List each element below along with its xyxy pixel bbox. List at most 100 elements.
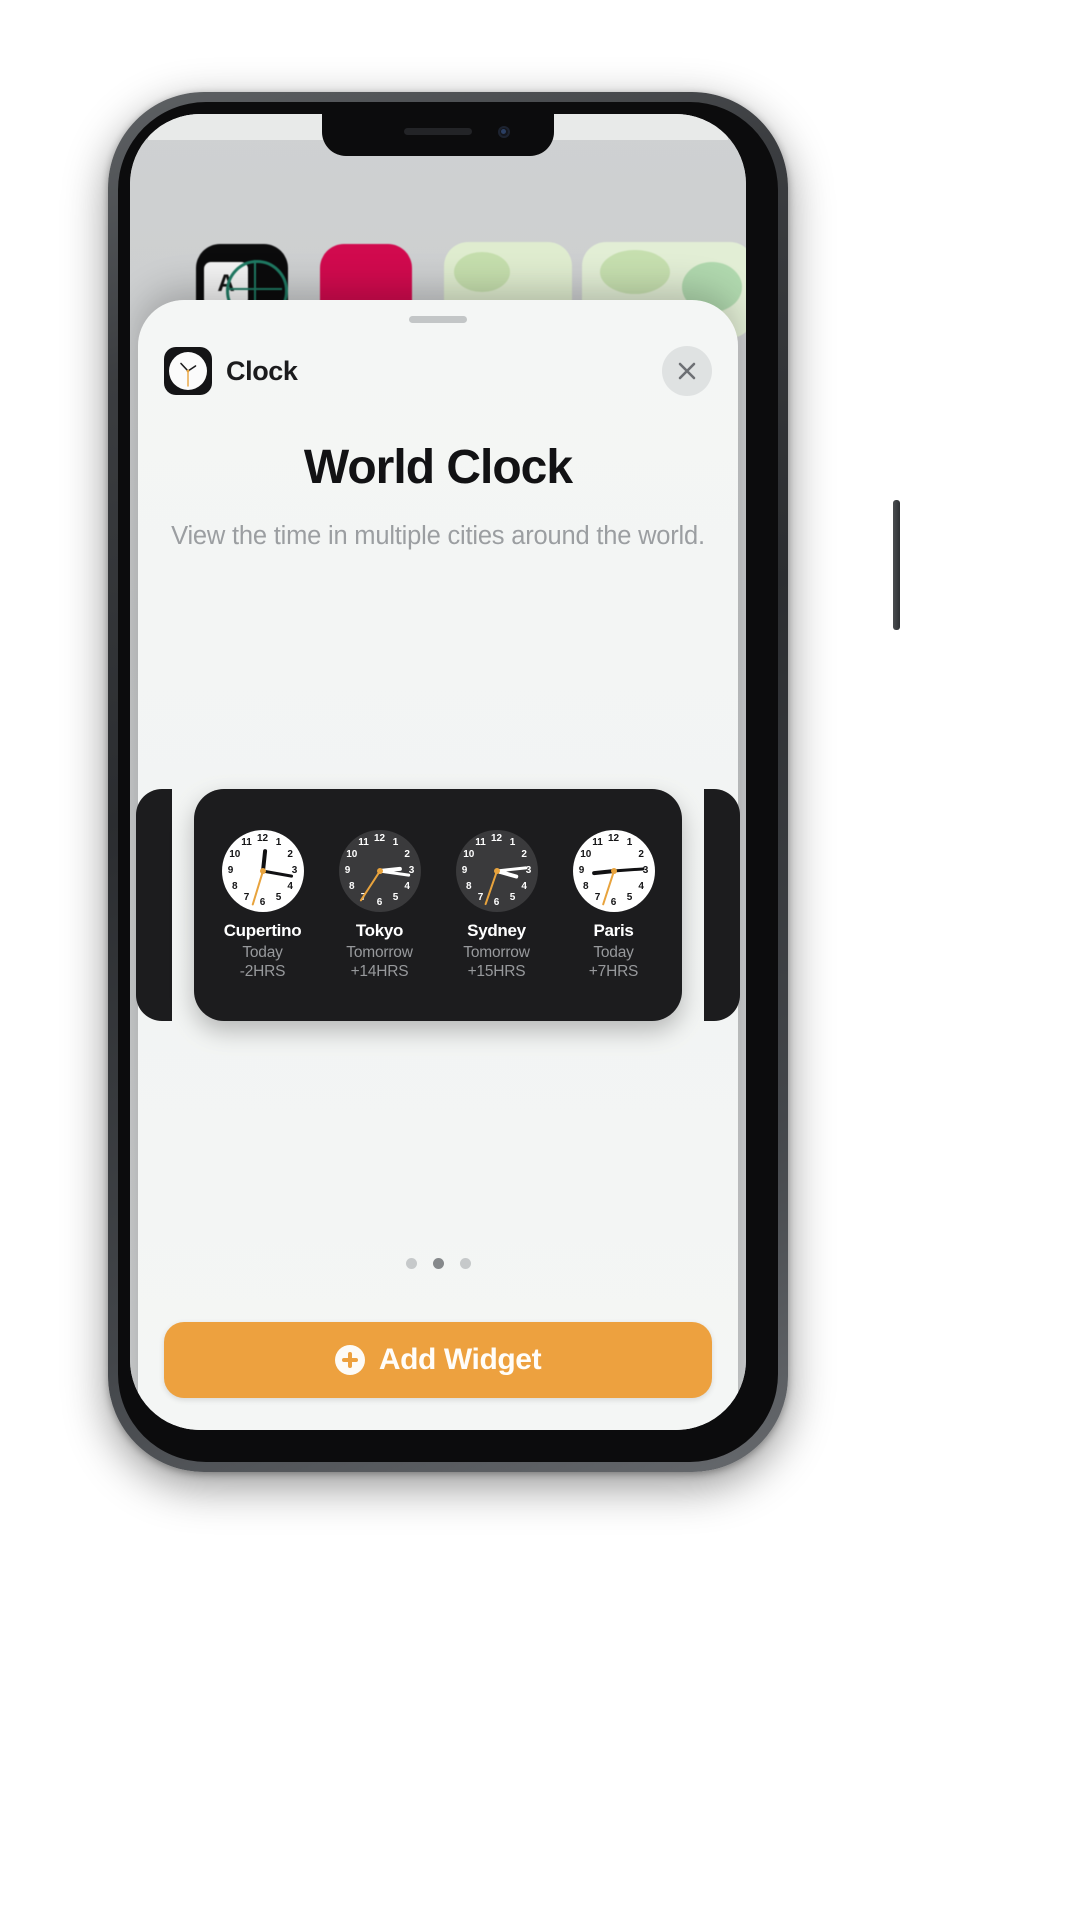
- city-name: Cupertino: [223, 920, 302, 940]
- clock-numeral: 8: [232, 880, 238, 892]
- clock-numeral: 6: [610, 896, 617, 908]
- sheet-header: Clock: [138, 338, 738, 404]
- clock-numeral: 2: [521, 848, 527, 860]
- clock-numeral: 10: [463, 848, 475, 860]
- clock-numeral: 9: [461, 864, 468, 876]
- front-camera-icon: [498, 126, 510, 138]
- clock-center-pin: [610, 867, 617, 874]
- carousel-peek-next[interactable]: [704, 789, 740, 1021]
- clock-numeral: 11: [358, 836, 369, 848]
- city-clock: 12 1 2 3 4 5 6 7 8 9 10 11 Paris Today +7HRS: [560, 829, 668, 981]
- clock-numeral: 2: [287, 848, 293, 860]
- city-clock: 121234567891011TokyoTomorrow+14HRS: [326, 829, 434, 981]
- clock-numeral: 4: [404, 880, 410, 892]
- clock-numeral: 1: [392, 836, 399, 848]
- city-day: Tomorrow: [463, 943, 530, 961]
- city-day: Tomorrow: [346, 943, 413, 961]
- clock-numeral: 1: [275, 836, 282, 848]
- clock-numeral: 2: [638, 848, 644, 860]
- clock-numeral: 10: [580, 848, 592, 860]
- clock-numeral: 9: [344, 864, 351, 876]
- clock-numeral: 12: [256, 832, 269, 844]
- clock-dial-tokyo: 121234567891011: [338, 829, 421, 912]
- map-blob: [454, 252, 510, 292]
- clock-numeral: 4: [521, 880, 527, 892]
- clock-numeral: 12: [607, 832, 620, 844]
- clock-numeral: 12: [490, 832, 503, 844]
- carousel-page-indicator[interactable]: [138, 1258, 738, 1269]
- close-icon: [678, 362, 696, 380]
- add-widget-button[interactable]: Add Widget: [164, 1322, 712, 1398]
- clock-numeral: 11: [475, 836, 486, 848]
- clock-numeral: 11: [241, 836, 252, 848]
- earpiece-speaker: [404, 128, 472, 135]
- close-button[interactable]: [662, 346, 712, 396]
- clock-dial-cupertino: 12 1 2 3 4 5 6 7 8 9 10 11: [221, 829, 304, 912]
- clock-numeral: 5: [275, 892, 282, 904]
- clock-numeral: 1: [509, 836, 516, 848]
- city-offset: -2HRS: [239, 962, 286, 980]
- clock-numeral: 7: [243, 892, 250, 904]
- city-offset: +15HRS: [467, 962, 526, 980]
- clock-numeral: 8: [466, 880, 472, 892]
- sheet-app-name: Clock: [226, 355, 298, 386]
- map-blob: [600, 250, 670, 294]
- phone-device-frame: A Clock World Clock View the time in mul…: [108, 92, 900, 1472]
- clock-numeral: 4: [638, 880, 644, 892]
- clock-numeral: 10: [346, 848, 358, 860]
- widget-title-block: World Clock View the time in multiple ci…: [138, 440, 738, 553]
- power-button[interactable]: [893, 500, 900, 630]
- clock-dial-sydney: 12 1 2 3 4 5 6 7 8 9 10 11: [455, 829, 538, 912]
- clock-numeral: 8: [583, 880, 589, 892]
- minute-hand: [262, 869, 294, 878]
- clock-numeral: 12: [373, 832, 386, 844]
- clock-numeral: 6: [259, 896, 266, 908]
- city-offset: +7HRS: [588, 962, 639, 980]
- city-day: Today: [593, 943, 634, 961]
- phone-screen: A Clock World Clock View the time in mul…: [130, 114, 746, 1430]
- clock-numeral: 5: [626, 892, 633, 904]
- clock-numeral: 9: [227, 864, 234, 876]
- city-offset: +14HRS: [350, 962, 409, 980]
- display-notch: [322, 114, 554, 156]
- app-identity-chip: Clock: [164, 347, 298, 395]
- clock-numeral: 10: [229, 848, 241, 860]
- page-dot[interactable]: [405, 1258, 417, 1269]
- clock-numeral: 11: [592, 836, 603, 848]
- clock-app-icon: [164, 347, 212, 395]
- clock-numeral: 7: [594, 892, 601, 904]
- clock-numeral: 8: [349, 880, 355, 892]
- clock-center-pin: [259, 867, 266, 874]
- clock-numeral: 5: [509, 892, 516, 904]
- city-clock: 12 1 2 3 4 5 6 7 8 9 10 11 Sydney Tomorrow +15HRS: [443, 829, 551, 981]
- city-name: Paris: [593, 920, 634, 940]
- carousel-peek-previous[interactable]: [136, 789, 172, 1021]
- widget-carousel[interactable]: 12 1 2 3 4 5 6 7 8 9 10 11 Cupertino Today -2HRS 12 1 2 3 4…: [136, 780, 740, 1030]
- clock-numeral: 6: [376, 896, 383, 908]
- widget-picker-sheet: Clock World Clock View the time in multi…: [136, 300, 740, 1430]
- page-title: World Clock: [303, 441, 573, 494]
- minute-hand: [613, 866, 645, 872]
- plus-circle-icon: [334, 1345, 365, 1375]
- clock-center-pin: [376, 867, 383, 874]
- clock-dial-paris: 12 1 2 3 4 5 6 7 8 9 10 11: [572, 829, 655, 912]
- city-clock: 12 1 2 3 4 5 6 7 8 9 10 11 Cupertino Today -2HRS: [209, 829, 317, 981]
- clock-numeral: 1: [626, 836, 633, 848]
- city-name: Tokyo: [355, 920, 404, 940]
- clock-numeral: 5: [392, 892, 399, 904]
- widget-description: View the time in multiple cities around …: [171, 522, 705, 550]
- widget-preview-card[interactable]: 12 1 2 3 4 5 6 7 8 9 10 11 Cupertino Today -2HRS 12 1 2 3 4…: [194, 789, 682, 1021]
- sheet-grabber-handle[interactable]: [409, 316, 467, 323]
- clock-numeral: 4: [287, 880, 293, 892]
- page-dot-active[interactable]: [432, 1258, 444, 1269]
- page-dot[interactable]: [459, 1258, 471, 1269]
- city-name: Sydney: [467, 920, 526, 940]
- clock-numeral: 7: [477, 892, 484, 904]
- add-widget-label: Add Widget: [378, 1343, 542, 1376]
- clock-numeral: 9: [578, 864, 585, 876]
- city-day: Today: [242, 943, 283, 961]
- minute-hand: [496, 865, 528, 872]
- clock-center-pin: [493, 867, 500, 874]
- clock-numeral: 6: [493, 896, 500, 908]
- clock-numeral: 2: [404, 848, 410, 860]
